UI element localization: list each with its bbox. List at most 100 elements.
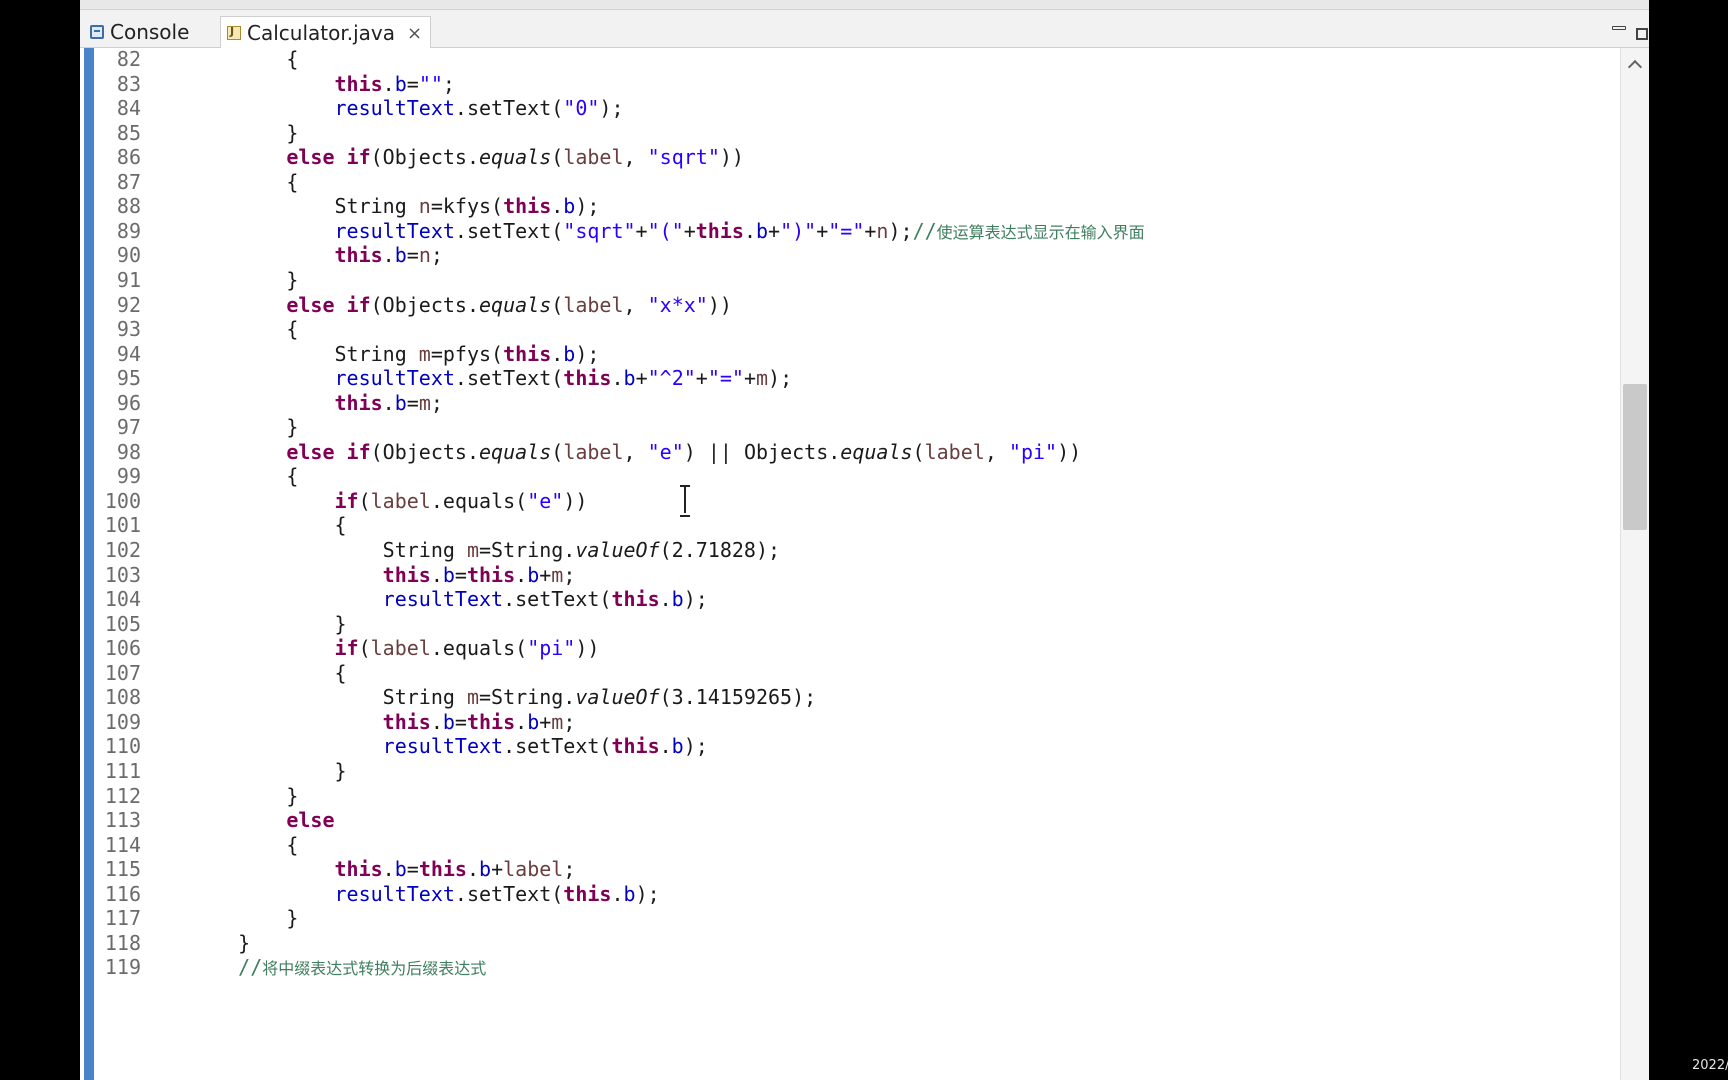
code-token: + [768,218,781,243]
line-number: 86 [116,145,141,170]
code-token: .setText( [503,587,612,612]
code-text: { [190,660,346,687]
code-token: .equals( [430,488,528,513]
code-text: this.b=this.b+m; [190,709,576,736]
code-line[interactable]: 95 resultText.setText(this.b+"^2"+"="+m)… [80,365,1620,392]
code-line[interactable]: 107 { [80,660,1620,687]
code-line[interactable]: 90 this.b=n; [80,242,1620,269]
vertical-scrollbar[interactable] [1620,48,1649,1080]
code-line[interactable]: 117 } [80,905,1620,932]
code-token: } [190,267,299,292]
code-line[interactable]: 106 if(label.equals("pi")) [80,635,1620,662]
code-token: String [190,194,419,219]
code-line[interactable]: 85 } [80,120,1620,147]
code-line[interactable]: 118 } [80,930,1620,957]
code-token: resultText [334,366,455,391]
line-number: 87 [116,169,141,194]
code-token: .setText( [503,734,612,759]
code-text: { [190,463,298,490]
code-line[interactable]: 105 } [80,611,1620,638]
code-token: )) [575,636,600,661]
code-line[interactable]: 100 if(label.equals("e")) [80,488,1620,515]
code-token: b [394,243,407,268]
maximize-icon[interactable] [1636,28,1648,40]
code-line[interactable]: 114 { [80,832,1620,859]
code-line[interactable]: 98 else if(Objects.equals(label, "e") ||… [80,439,1620,466]
code-line[interactable]: 94 String m=pfys(this.b); [80,341,1620,368]
code-token: "e" [647,439,684,464]
code-line[interactable]: 116 resultText.setText(this.b); [80,881,1620,908]
close-icon[interactable]: × [407,23,422,44]
code-token: b [394,857,407,882]
code-line[interactable]: 91 } [80,267,1620,294]
scroll-thumb[interactable] [1623,384,1647,530]
code-token: (Objects. [370,439,480,464]
code-line[interactable]: 101 { [80,512,1620,539]
code-line[interactable]: 104 resultText.setText(this.b); [80,586,1620,613]
code-token: else [286,808,335,833]
toolbar-strip [80,0,1649,10]
code-line[interactable]: 88 String n=kfys(this.b); [80,193,1620,220]
code-line[interactable]: 119 //将中缀表达式转换为后缀表达式 [80,954,1620,981]
code-line[interactable]: 108 String m=String.valueOf(3.14159265); [80,684,1620,711]
minimize-icon[interactable] [1612,26,1626,30]
code-token: String [190,538,467,562]
code-line[interactable]: 111 } [80,758,1620,785]
code-token: resultText [334,881,455,906]
code-line[interactable]: 109 this.b=this.b+m; [80,709,1620,736]
code-line[interactable]: 83 this.b=""; [80,71,1620,98]
line-number: 112 [104,783,141,808]
code-line[interactable]: 97 } [80,414,1620,441]
code-token: { [190,169,299,194]
code-token: . [551,194,564,219]
code-line[interactable]: 115 this.b=this.b+label; [80,856,1620,883]
code-text: //将中缀表达式转换为后缀表达式 [190,954,486,982]
code-editor[interactable]: 82 {83 this.b=""; 84 resultText.setText("… [80,48,1620,1080]
code-line[interactable]: 86 else if(Objects.equals(label, "sqrt")… [80,144,1620,171]
code-token: )) [719,145,744,170]
scroll-up-arrow-icon[interactable] [1627,58,1641,72]
code-line[interactable]: 92 else if(Objects.equals(label, "x*x")) [80,292,1620,319]
code-token: .setText( [454,218,564,243]
code-line[interactable]: 96 this.b=m; [80,390,1620,417]
code-text: { [190,316,298,343]
code-line[interactable]: 99 { [80,463,1620,490]
code-line[interactable]: 103 this.b=this.b+m; [80,562,1620,589]
tab-calculator-java-label: Calculator.java [247,21,395,45]
code-line[interactable]: 87 { [80,169,1620,196]
code-line[interactable]: 113 else [80,807,1620,834]
code-token: "=" [707,366,744,391]
code-text: } [190,783,298,810]
tab-console[interactable]: Console [90,16,189,48]
code-line[interactable]: 110 resultText.setText(this.b); [80,733,1620,760]
code-line[interactable]: 89 resultText.setText("sqrt"+"("+this.b+… [80,218,1620,245]
code-line[interactable]: 112 } [80,783,1620,810]
code-token: ( [551,292,564,317]
code-line[interactable]: 82 { [80,48,1620,73]
code-token: label [563,292,624,317]
code-line[interactable]: 102 String m=String.valueOf(2.71828); [80,537,1620,564]
code-token: b [527,562,540,587]
line-number: 111 [104,758,141,783]
code-line[interactable]: 84 resultText.setText("0"); [80,95,1620,122]
tab-calculator-java[interactable]: Calculator.java × [220,16,432,49]
code-token: // [912,218,937,243]
console-icon [90,25,104,39]
code-text: resultText.setText(this.b); [190,586,708,613]
line-number: 115 [104,857,141,882]
line-number: 119 [104,955,141,980]
code-text: } [190,120,298,147]
code-token: + [539,562,552,587]
code-token: ; [442,71,455,96]
code-text: if(label.equals("pi")) [190,635,600,662]
code-line[interactable]: 93 { [80,316,1620,343]
